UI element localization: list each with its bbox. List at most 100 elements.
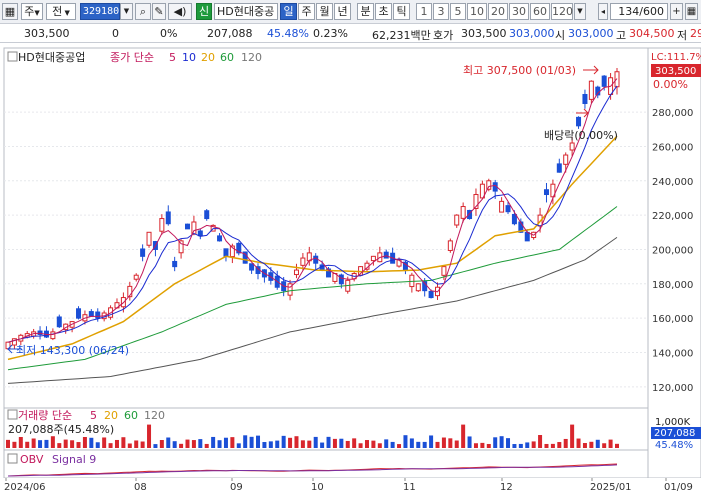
volume-bar xyxy=(82,437,87,448)
mode-label: 전 xyxy=(52,5,63,18)
low-price: 29 xyxy=(690,27,701,40)
volume-bar xyxy=(531,441,536,448)
candle-body xyxy=(95,311,101,319)
price-change: 0 xyxy=(112,27,119,40)
stock-code-input[interactable]: 329180 xyxy=(80,3,120,20)
candle-body xyxy=(76,308,82,319)
volume-bar xyxy=(525,442,530,448)
y-tick-label: 260,000 xyxy=(652,142,693,153)
code-dropdown-button[interactable]: ▼ xyxy=(120,3,133,20)
high-annotation: 최고 307,500 (01/03) xyxy=(463,64,576,77)
search-icon[interactable]: ⌕ xyxy=(135,3,151,20)
price-legend-ma-label: 종가 단순 xyxy=(110,51,154,64)
grid-view-icon[interactable]: ▦ xyxy=(685,3,698,20)
open-label: 시 xyxy=(555,29,566,42)
y-tick-label: 180,000 xyxy=(652,280,693,291)
x-tick-label: 01/09 xyxy=(664,482,693,492)
volume-bar xyxy=(454,440,459,448)
candle-body xyxy=(511,213,517,225)
volume-bar xyxy=(63,439,68,448)
interval-button-10[interactable]: 10 xyxy=(467,3,487,20)
volume-y-tick: 1,000K xyxy=(655,417,691,428)
y-tick-label: 120,000 xyxy=(652,383,693,394)
stock-chart[interactable]: 280,000 260,000 240,000 220,000 200,000 180,0… xyxy=(0,44,701,492)
x-tick-label: 2024/06 xyxy=(4,482,46,492)
obv-signal-label: Signal 9 xyxy=(52,453,96,466)
collapse-icon[interactable] xyxy=(7,409,18,420)
legend-vol-ma5: 5 xyxy=(90,409,97,422)
low-label: 저 xyxy=(677,29,688,42)
credit-button[interactable]: 신 xyxy=(196,3,212,20)
volume-bar xyxy=(300,440,305,448)
y-tick-label: 140,000 xyxy=(652,348,693,359)
candle-body xyxy=(159,218,165,232)
period-button-year[interactable]: 년 xyxy=(334,3,351,20)
period-button-minute[interactable]: 분 xyxy=(357,3,374,20)
zoom-in-icon[interactable]: + xyxy=(670,3,683,20)
volume-bar xyxy=(57,443,62,448)
interval-button-3[interactable]: 3 xyxy=(433,3,449,20)
open-price: 303,000 xyxy=(568,27,614,40)
volume-bar xyxy=(50,436,55,448)
memo-icon[interactable]: ✎ xyxy=(152,3,166,20)
current-price-tag-text: 303,500 xyxy=(655,66,696,77)
volume-bar xyxy=(608,439,613,448)
period-button-second[interactable]: 초 xyxy=(375,3,392,20)
volume-bar xyxy=(121,437,126,448)
volume-bar xyxy=(320,442,325,448)
period-button-tick[interactable]: 틱 xyxy=(393,3,410,20)
scroll-left-icon[interactable]: ◂ xyxy=(598,3,608,20)
pct-label: 0.00% xyxy=(653,78,688,91)
x-tick-label: 11 xyxy=(403,482,416,492)
interval-button-60[interactable]: 60 xyxy=(530,3,550,20)
volume-bar xyxy=(518,443,523,448)
interval-dropdown-button[interactable]: ▼ xyxy=(574,3,586,20)
volume-bar xyxy=(582,443,587,448)
volume-bar xyxy=(12,441,17,448)
chart-area[interactable]: 280,000 260,000 240,000 220,000 200,000 180,0… xyxy=(0,44,701,492)
volume-bar xyxy=(506,438,511,448)
collapse-icon[interactable] xyxy=(7,453,18,464)
volume-bar xyxy=(473,443,478,448)
candle-body xyxy=(576,116,582,127)
interval-button-120[interactable]: 120 xyxy=(551,3,573,20)
volume-bar xyxy=(179,443,184,448)
interval-button-5[interactable]: 5 xyxy=(450,3,466,20)
volume-bar xyxy=(377,443,382,448)
period-button-week[interactable]: 주 xyxy=(298,3,315,20)
volume-bar xyxy=(403,435,408,448)
volume-bar xyxy=(416,441,421,448)
legend-ma5: 5 xyxy=(169,51,176,64)
candle-body xyxy=(165,211,171,225)
period-button-day[interactable]: 일 xyxy=(280,3,297,20)
dividend-annotation: 배당락(0.00%) xyxy=(544,129,618,142)
candle-body xyxy=(50,331,56,340)
interval-button-1[interactable]: 1 xyxy=(416,3,432,20)
candle-body xyxy=(338,274,344,285)
volume-bar xyxy=(563,438,568,448)
interval-button-30[interactable]: 30 xyxy=(509,3,529,20)
period-button-month[interactable]: 월 xyxy=(316,3,333,20)
collapse-icon[interactable] xyxy=(7,51,18,62)
volume-bar xyxy=(512,444,517,448)
current-price: 303,500 xyxy=(24,27,70,40)
mode-select[interactable]: 전 ▼ xyxy=(46,3,76,20)
market-type-select[interactable]: 주▼ xyxy=(21,3,43,20)
volume-bar xyxy=(448,438,453,448)
interval-button-20[interactable]: 20 xyxy=(488,3,508,20)
volume-bar xyxy=(191,440,196,448)
candle-body xyxy=(172,260,178,268)
x-tick-label: 08 xyxy=(134,482,147,492)
data-count-input[interactable]: 134/600 xyxy=(610,3,668,20)
candle-body xyxy=(383,251,389,259)
candle-body xyxy=(486,180,492,190)
candle-body xyxy=(191,221,197,235)
volume-bar xyxy=(44,439,49,448)
volume-bar xyxy=(390,441,395,448)
volume-bar xyxy=(185,439,190,448)
chart-grid-icon[interactable]: ▦ xyxy=(2,3,18,20)
legend-vol-ma60: 60 xyxy=(124,409,138,422)
ask-price: 303,500 xyxy=(461,27,507,40)
sound-icon[interactable]: ◀) xyxy=(168,3,192,20)
x-tick-label: 2025/01 xyxy=(590,482,632,492)
